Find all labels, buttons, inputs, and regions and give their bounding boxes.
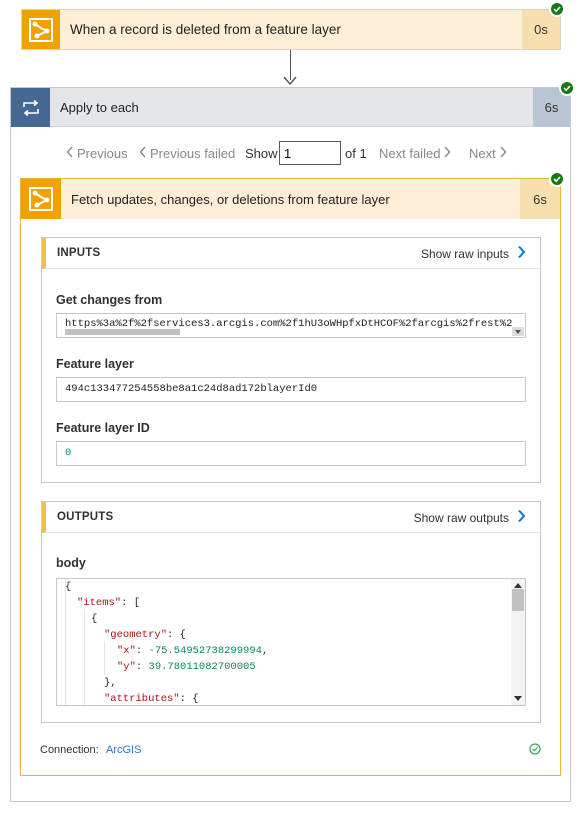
previous-failed-button[interactable]: Previous failed bbox=[139, 146, 235, 161]
next-failed-label: Next failed bbox=[379, 146, 441, 161]
connection-ok-icon bbox=[529, 742, 541, 760]
chevron-right-icon bbox=[499, 146, 507, 161]
previous-failed-label: Previous failed bbox=[150, 146, 236, 161]
trigger-card[interactable]: When a record is deleted from a feature … bbox=[21, 9, 561, 50]
action-title: Fetch updates, changes, or deletions fro… bbox=[71, 192, 390, 207]
success-check-icon bbox=[549, 171, 565, 187]
show-raw-outputs-label: Show raw outputs bbox=[413, 510, 509, 525]
outputs-title: OUTPUTS bbox=[57, 511, 114, 523]
chevron-left-icon bbox=[66, 146, 74, 161]
next-button[interactable]: Next bbox=[469, 146, 507, 161]
show-raw-inputs-button[interactable]: Show raw inputs bbox=[421, 245, 526, 262]
next-failed-button[interactable]: Next failed bbox=[379, 146, 451, 161]
json-line: { bbox=[91, 613, 98, 625]
horizontal-scrollbar[interactable] bbox=[65, 329, 180, 335]
feature-layer-id-field[interactable]: 0 bbox=[56, 441, 526, 466]
field-label: Feature layer ID bbox=[56, 421, 150, 435]
chevron-right-icon bbox=[443, 146, 451, 161]
loop-icon bbox=[11, 88, 50, 127]
json-line: "x": -75.54952738299994, bbox=[117, 645, 269, 657]
outputs-section: OUTPUTS Show raw outputs body { "items":… bbox=[41, 501, 541, 723]
inputs-title: INPUTS bbox=[57, 247, 101, 259]
feature-layer-field[interactable]: 494c133477254558be8a1c24d8ad172blayerId0 bbox=[56, 377, 526, 402]
connection-link[interactable]: ArcGIS bbox=[106, 744, 141, 756]
outputs-header: OUTPUTS Show raw outputs bbox=[42, 502, 540, 533]
previous-button[interactable]: Previous bbox=[66, 146, 128, 161]
arcgis-icon bbox=[22, 10, 60, 49]
field-label: Get changes from bbox=[56, 293, 163, 307]
json-line: "geometry": { bbox=[104, 629, 186, 641]
json-line: }, bbox=[104, 677, 117, 689]
scroll-down-icon[interactable] bbox=[512, 327, 524, 336]
arrow-down-icon bbox=[283, 71, 297, 86]
show-label: Show bbox=[245, 146, 278, 161]
previous-label: Previous bbox=[77, 146, 128, 161]
loop-title: Apply to each bbox=[60, 100, 139, 115]
json-line: { bbox=[65, 581, 72, 593]
show-raw-inputs-label: Show raw inputs bbox=[420, 246, 509, 261]
chevron-left-icon bbox=[139, 146, 147, 161]
body-json-viewer[interactable]: { "items": [ { "geometry": { "x": -75.54… bbox=[56, 578, 526, 706]
scroll-down-icon[interactable] bbox=[514, 693, 522, 705]
arcgis-icon bbox=[21, 179, 61, 219]
chevron-right-icon bbox=[517, 509, 526, 526]
json-line: "attributes": { bbox=[104, 693, 199, 705]
vertical-scrollbar[interactable] bbox=[511, 579, 525, 705]
field-value: 0 bbox=[65, 447, 72, 459]
show-raw-outputs-button[interactable]: Show raw outputs bbox=[414, 509, 526, 526]
page-total-label: of 1 bbox=[345, 146, 367, 161]
page-number-input[interactable] bbox=[279, 141, 341, 165]
json-line: "y": 39.78011082700005 bbox=[117, 661, 256, 673]
success-check-icon bbox=[549, 1, 565, 17]
next-label: Next bbox=[469, 146, 496, 161]
apply-to-each-header[interactable]: Apply to each 6s bbox=[11, 88, 570, 127]
chevron-right-icon bbox=[517, 245, 526, 262]
success-check-icon bbox=[559, 80, 575, 96]
fetch-updates-action-card: Fetch updates, changes, or deletions fro… bbox=[20, 178, 561, 776]
inputs-section: INPUTS Show raw inputs Get changes from … bbox=[41, 237, 541, 483]
connection-label: Connection: bbox=[40, 744, 99, 756]
inputs-header: INPUTS Show raw inputs bbox=[42, 238, 540, 269]
scroll-up-icon[interactable] bbox=[514, 581, 522, 593]
trigger-title: When a record is deleted from a feature … bbox=[70, 22, 341, 37]
action-header[interactable]: Fetch updates, changes, or deletions fro… bbox=[21, 179, 560, 219]
body-label: body bbox=[56, 556, 86, 570]
field-label: Feature layer bbox=[56, 357, 134, 371]
field-value: 494c133477254558be8a1c24d8ad172blayerId0 bbox=[65, 383, 318, 395]
get-changes-from-field[interactable]: https%3a%2f%2fservices3.arcgis.com%2f1hU… bbox=[56, 313, 526, 338]
json-line: "items": [ bbox=[77, 597, 141, 609]
